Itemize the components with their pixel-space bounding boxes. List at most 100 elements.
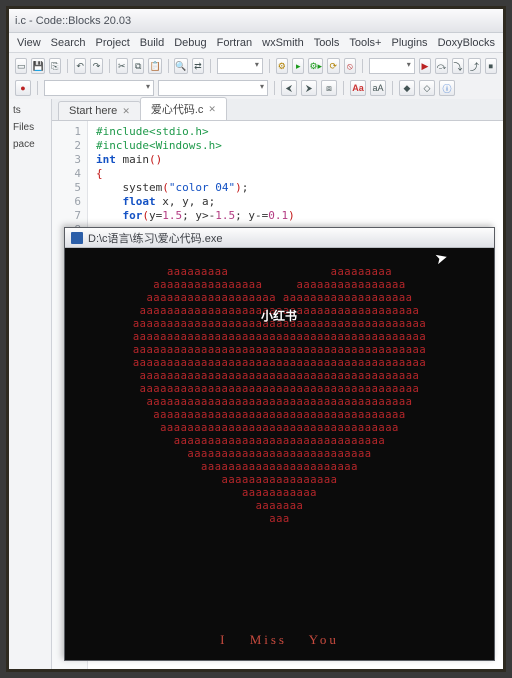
watermark: 小红书: [261, 307, 297, 324]
line-number: 2: [52, 139, 81, 153]
console-line: aaaaaaaaaaaaaaaaaaaaaaaaaaaaaaaaaaaaaaaa…: [65, 370, 494, 383]
toolbar-row-1: ▭ 💾 ⎘ ↶ ↷ ✂ ⧉ 📋 🔍 ⇄ ⚙ ▸ ⚙▸ ⟳ ⦸ ▶ ⤼ ⤵: [15, 56, 497, 76]
abort-icon[interactable]: ⦸: [344, 58, 356, 74]
redo-icon[interactable]: ↷: [90, 58, 102, 74]
app-frame: i.c - Code::Blocks 20.03 View Search Pro…: [6, 6, 506, 672]
menu-fortran[interactable]: Fortran: [217, 37, 252, 49]
console-line: aaaaaaaaaaaaaaaaaaaaaaaaaaaaaaaaaaaaaaaa…: [65, 331, 494, 344]
menu-wxsmith[interactable]: wxSmith: [262, 37, 304, 49]
paste-icon[interactable]: 📋: [148, 58, 161, 74]
build-target-dropdown[interactable]: [217, 58, 263, 74]
run-icon[interactable]: ▸: [292, 58, 304, 74]
step-out-icon[interactable]: ⤴: [468, 58, 480, 74]
nav-fwd-icon[interactable]: ⮞: [301, 80, 317, 96]
console-line: aaaaaaaaaaa: [65, 487, 494, 500]
console-line: aaaaaaaaaaaaaaaaaaaaaaaaaaaaaaa: [65, 435, 494, 448]
console-line: aaaaaaaaaaaaaaaaaaaaaaaaaaaaaaaaaaaaaaaa…: [65, 357, 494, 370]
replace-icon[interactable]: ⇄: [192, 58, 204, 74]
menubar: View Search Project Build Debug Fortran …: [9, 33, 503, 53]
find-icon[interactable]: 🔍: [174, 58, 187, 74]
menu-project[interactable]: Project: [96, 37, 130, 49]
highlight-icon[interactable]: Aa: [350, 80, 366, 96]
debug-target-dropdown[interactable]: [369, 58, 415, 74]
console-window[interactable]: D:\c语言\练习\爱心代码.exe aaaaaaaaa aaaaaaaaaaa…: [64, 227, 495, 661]
separator: [109, 59, 110, 73]
bookmark-icon[interactable]: ⧈: [321, 80, 337, 96]
menu-debug[interactable]: Debug: [174, 37, 206, 49]
panel-tab-files[interactable]: Files: [13, 122, 47, 133]
separator: [343, 81, 344, 95]
console-line: aaaaaaaaaaaaaaaaa: [65, 474, 494, 487]
line-number: 6: [52, 195, 81, 209]
separator: [37, 81, 38, 95]
breakpoint-icon[interactable]: ●: [15, 80, 31, 96]
open-icon[interactable]: ▭: [15, 58, 27, 74]
undo-icon[interactable]: ↶: [74, 58, 86, 74]
console-line: aaaaaaaaaaaaaaaaaaaaaaa: [65, 461, 494, 474]
menu-build[interactable]: Build: [140, 37, 164, 49]
panel-tab-projects[interactable]: ts: [13, 105, 47, 116]
console-line: aaaaaaaaaaaaaaaaaaaaaaaaaaaaaaaaaaaaaaaa…: [65, 344, 494, 357]
close-icon[interactable]: ✕: [122, 106, 130, 117]
console-line: aaaaaaaaaaaaaaaaaaaaaaaaaaa: [65, 448, 494, 461]
toolbar-area: ▭ 💾 ⎘ ↶ ↷ ✂ ⧉ 📋 🔍 ⇄ ⚙ ▸ ⚙▸ ⟳ ⦸ ▶ ⤼ ⤵: [9, 53, 503, 102]
copy-icon[interactable]: ⧉: [132, 58, 144, 74]
window-titlebar: i.c - Code::Blocks 20.03: [9, 9, 503, 33]
line-number: 1: [52, 125, 81, 139]
console-message: I Miss You: [65, 632, 494, 648]
stop-debug-icon[interactable]: ⏹: [485, 58, 497, 74]
menu-tools[interactable]: Tools: [314, 37, 340, 49]
console-line: aaaaaaaaaaaaaaaaaaaaaaaaaaaaaaaaaaaaaaa: [65, 396, 494, 409]
build-run-icon[interactable]: ⚙▸: [308, 58, 323, 74]
tab-label: 爱心代码.c: [151, 101, 204, 117]
nav-back-icon[interactable]: ⮜: [281, 80, 297, 96]
panel-tab-workspace[interactable]: pace: [13, 139, 47, 150]
save-icon[interactable]: 💾: [31, 58, 44, 74]
separator: [362, 59, 363, 73]
console-titlebar[interactable]: D:\c语言\练习\爱心代码.exe: [65, 228, 494, 248]
menu-plugins[interactable]: Plugins: [391, 37, 427, 49]
console-line: aaaaaaa: [65, 500, 494, 513]
separator: [168, 59, 169, 73]
line-number: 4: [52, 167, 81, 181]
console-line: aaaaaaaaa aaaaaaaaa: [65, 266, 494, 279]
cut-icon[interactable]: ✂: [116, 58, 128, 74]
function-dropdown[interactable]: [158, 80, 268, 96]
menu-doxyblocks[interactable]: DoxyBlocks: [438, 37, 495, 49]
console-line: aaaaaaaaaaaaaaaaaaa aaaaaaaaaaaaaaaaaaa: [65, 292, 494, 305]
rebuild-icon[interactable]: ⟳: [327, 58, 339, 74]
tab-source-file[interactable]: 爱心代码.c ✕: [140, 97, 227, 120]
editor-tabs: Start here ✕ 爱心代码.c ✕: [52, 99, 503, 121]
info-icon[interactable]: ⓘ: [439, 80, 455, 96]
separator: [269, 59, 270, 73]
management-panel[interactable]: ts Files pace: [9, 99, 52, 669]
console-app-icon: [71, 232, 83, 244]
separator: [210, 59, 211, 73]
build-icon[interactable]: ⚙: [276, 58, 288, 74]
toolbar-row-2: ● ⮜ ⮞ ⧈ Aa aA ◆ ◇ ⓘ: [15, 78, 497, 98]
step-into-icon[interactable]: ⤵: [452, 58, 464, 74]
tab-label: Start here: [69, 105, 117, 117]
line-number: 7: [52, 209, 81, 223]
step-over-icon[interactable]: ⤼: [435, 58, 447, 74]
separator: [67, 59, 68, 73]
menu-toolsplus[interactable]: Tools+: [349, 37, 381, 49]
menu-view[interactable]: View: [17, 37, 41, 49]
plugin-icon[interactable]: ◆: [399, 80, 415, 96]
tab-start-here[interactable]: Start here ✕: [58, 101, 141, 120]
debug-start-icon[interactable]: ▶: [419, 58, 431, 74]
menu-search[interactable]: Search: [51, 37, 86, 49]
console-line: aaaaaaaaaaaaaaaaaaaaaaaaaaaaaaaaaaaaa: [65, 409, 494, 422]
console-line: aaaaaaaaaaaaaaaaaaaaaaaaaaaaaaaaaaa: [65, 422, 494, 435]
match-case-icon[interactable]: aA: [370, 80, 386, 96]
console-line: aaaaaaaaaaaaaaaa aaaaaaaaaaaaaaaa: [65, 279, 494, 292]
scope-dropdown[interactable]: [44, 80, 154, 96]
saveall-icon[interactable]: ⎘: [49, 58, 61, 74]
close-icon[interactable]: ✕: [208, 104, 216, 115]
window-title: i.c - Code::Blocks 20.03: [15, 15, 131, 27]
separator: [392, 81, 393, 95]
line-number: 3: [52, 153, 81, 167]
separator: [274, 81, 275, 95]
line-number: 5: [52, 181, 81, 195]
plugin2-icon[interactable]: ◇: [419, 80, 435, 96]
